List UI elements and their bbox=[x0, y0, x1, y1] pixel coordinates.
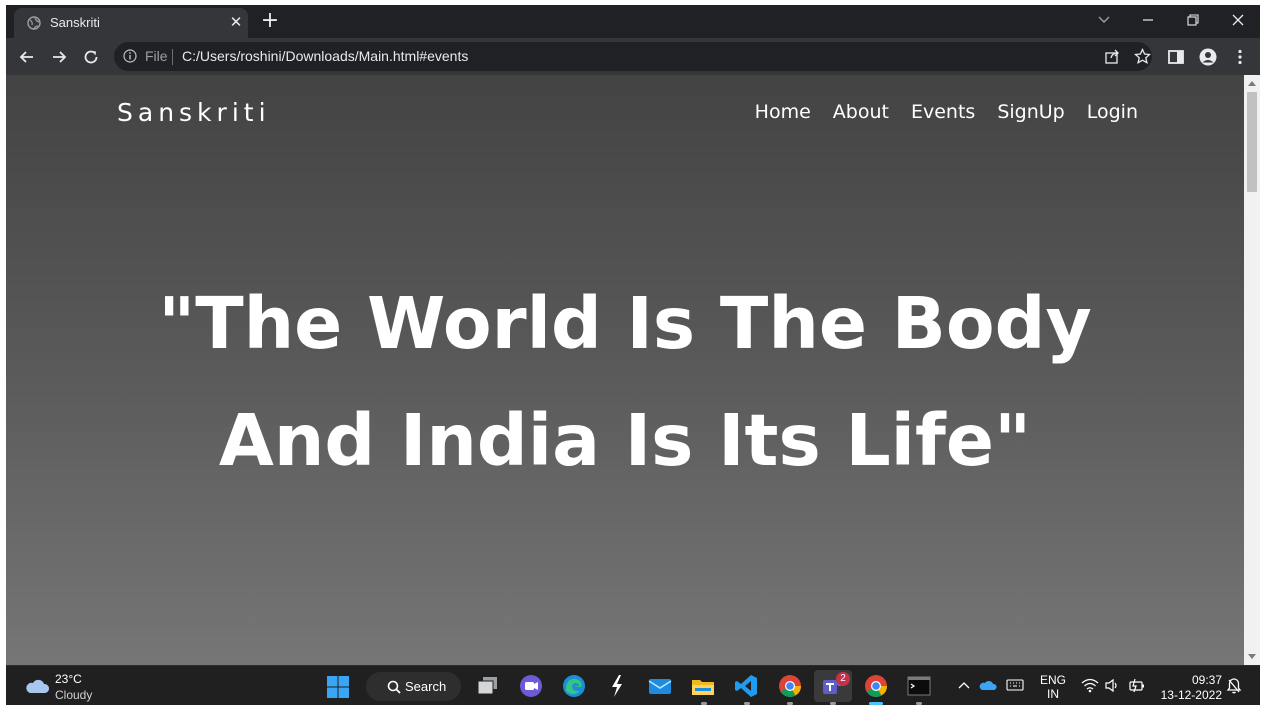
info-icon[interactable] bbox=[123, 49, 137, 63]
hero-quote: "The World Is The Body And India Is Its … bbox=[6, 265, 1244, 499]
edge-icon[interactable] bbox=[561, 673, 587, 699]
volume-icon[interactable] bbox=[1104, 678, 1121, 693]
close-icon[interactable]: ✕ bbox=[228, 14, 244, 30]
search-label: Search bbox=[405, 679, 447, 694]
file-explorer-icon[interactable] bbox=[690, 673, 716, 699]
windows-taskbar: 23°C Cloudy Search 2 ENG IN 09:37 13-12-… bbox=[6, 665, 1260, 705]
site-nav: Home About Events SignUp Login bbox=[755, 101, 1138, 123]
site-brand[interactable]: Sanskriti bbox=[117, 98, 271, 127]
nav-about-link[interactable]: About bbox=[833, 101, 889, 123]
running-indicator-active bbox=[869, 702, 883, 705]
running-indicator bbox=[701, 702, 707, 705]
nav-home-link[interactable]: Home bbox=[755, 101, 811, 123]
hero-line-1: "The World Is The Body bbox=[158, 282, 1092, 365]
kebab-menu-icon[interactable] bbox=[1231, 48, 1249, 66]
taskbar-search-button[interactable]: Search bbox=[366, 672, 461, 701]
forward-arrow-icon[interactable] bbox=[50, 48, 68, 66]
back-arrow-icon[interactable] bbox=[18, 48, 36, 66]
running-indicator bbox=[830, 702, 836, 705]
running-indicator bbox=[787, 702, 793, 705]
chevron-down-icon[interactable] bbox=[1094, 11, 1114, 29]
task-view-icon[interactable] bbox=[475, 673, 501, 699]
star-icon[interactable] bbox=[1134, 48, 1151, 65]
terminal-icon[interactable] bbox=[906, 673, 932, 699]
running-indicator bbox=[744, 702, 750, 705]
teams-button[interactable]: 2 bbox=[814, 670, 852, 702]
plus-icon[interactable]: + bbox=[259, 10, 281, 33]
chrome-icon[interactable] bbox=[777, 673, 803, 699]
url-text[interactable]: C:/Users/roshini/Downloads/Main.html#eve… bbox=[182, 48, 468, 64]
globe-icon bbox=[27, 16, 41, 30]
browser-titlebar: Sanskriti ✕ + bbox=[6, 5, 1260, 38]
weather-condition: Cloudy bbox=[55, 688, 93, 702]
running-indicator bbox=[916, 702, 922, 705]
restore-icon[interactable] bbox=[1183, 11, 1203, 29]
address-bar[interactable]: File C:/Users/roshini/Downloads/Main.htm… bbox=[114, 42, 1152, 71]
windows-start-icon[interactable] bbox=[326, 675, 350, 699]
url-scheme-label: File bbox=[145, 48, 168, 64]
mail-icon[interactable] bbox=[647, 673, 673, 699]
language-code: ENG bbox=[1039, 673, 1066, 687]
page-viewport: Sanskriti Home About Events SignUp Login… bbox=[6, 75, 1244, 665]
browser-toolbar: File C:/Users/roshini/Downloads/Main.htm… bbox=[6, 38, 1260, 75]
share-icon[interactable] bbox=[1104, 48, 1121, 65]
vscode-icon[interactable] bbox=[733, 673, 759, 699]
chat-icon[interactable] bbox=[518, 673, 544, 699]
nav-login-link[interactable]: Login bbox=[1087, 101, 1138, 123]
weather-temperature: 23°C bbox=[55, 672, 82, 686]
bolt-icon[interactable] bbox=[604, 673, 630, 699]
nav-events-link[interactable]: Events bbox=[911, 101, 975, 123]
battery-icon[interactable] bbox=[1128, 677, 1146, 693]
onedrive-icon[interactable] bbox=[979, 679, 997, 691]
language-indicator[interactable]: ENG IN bbox=[1036, 673, 1070, 701]
url-separator bbox=[172, 49, 173, 65]
minimize-icon[interactable] bbox=[1138, 11, 1158, 29]
scroll-down-arrow-icon[interactable] bbox=[1248, 654, 1256, 659]
profile-icon[interactable] bbox=[1199, 48, 1217, 66]
nav-signup-link[interactable]: SignUp bbox=[997, 101, 1064, 123]
clock[interactable]: 09:37 13-12-2022 bbox=[1156, 673, 1222, 703]
screen: Sanskriti ✕ + File C:/Users/roshini/Down… bbox=[6, 5, 1260, 705]
clock-time: 09:37 bbox=[1191, 673, 1222, 687]
page-scrollbar[interactable] bbox=[1244, 75, 1260, 665]
hero-line-2: And India Is Its Life" bbox=[218, 399, 1032, 482]
notification-icon[interactable] bbox=[1226, 677, 1242, 695]
chrome-active-icon[interactable] bbox=[863, 673, 889, 699]
teams-notification-badge: 2 bbox=[836, 672, 850, 686]
side-panel-icon[interactable] bbox=[1167, 48, 1185, 66]
wifi-icon[interactable] bbox=[1081, 678, 1099, 693]
browser-tab[interactable]: Sanskriti ✕ bbox=[14, 8, 248, 38]
cloud-icon[interactable] bbox=[24, 678, 50, 694]
clock-date: 13-12-2022 bbox=[1160, 688, 1222, 702]
scroll-thumb[interactable] bbox=[1247, 92, 1257, 192]
scroll-up-arrow-icon[interactable] bbox=[1248, 81, 1256, 86]
keyboard-icon[interactable] bbox=[1006, 678, 1024, 692]
close-window-icon[interactable] bbox=[1228, 11, 1248, 29]
search-icon bbox=[387, 680, 401, 694]
region-code: IN bbox=[1047, 687, 1059, 701]
reload-icon[interactable] bbox=[82, 48, 100, 66]
tab-title: Sanskriti bbox=[50, 15, 100, 30]
chevron-up-icon[interactable] bbox=[958, 680, 970, 690]
